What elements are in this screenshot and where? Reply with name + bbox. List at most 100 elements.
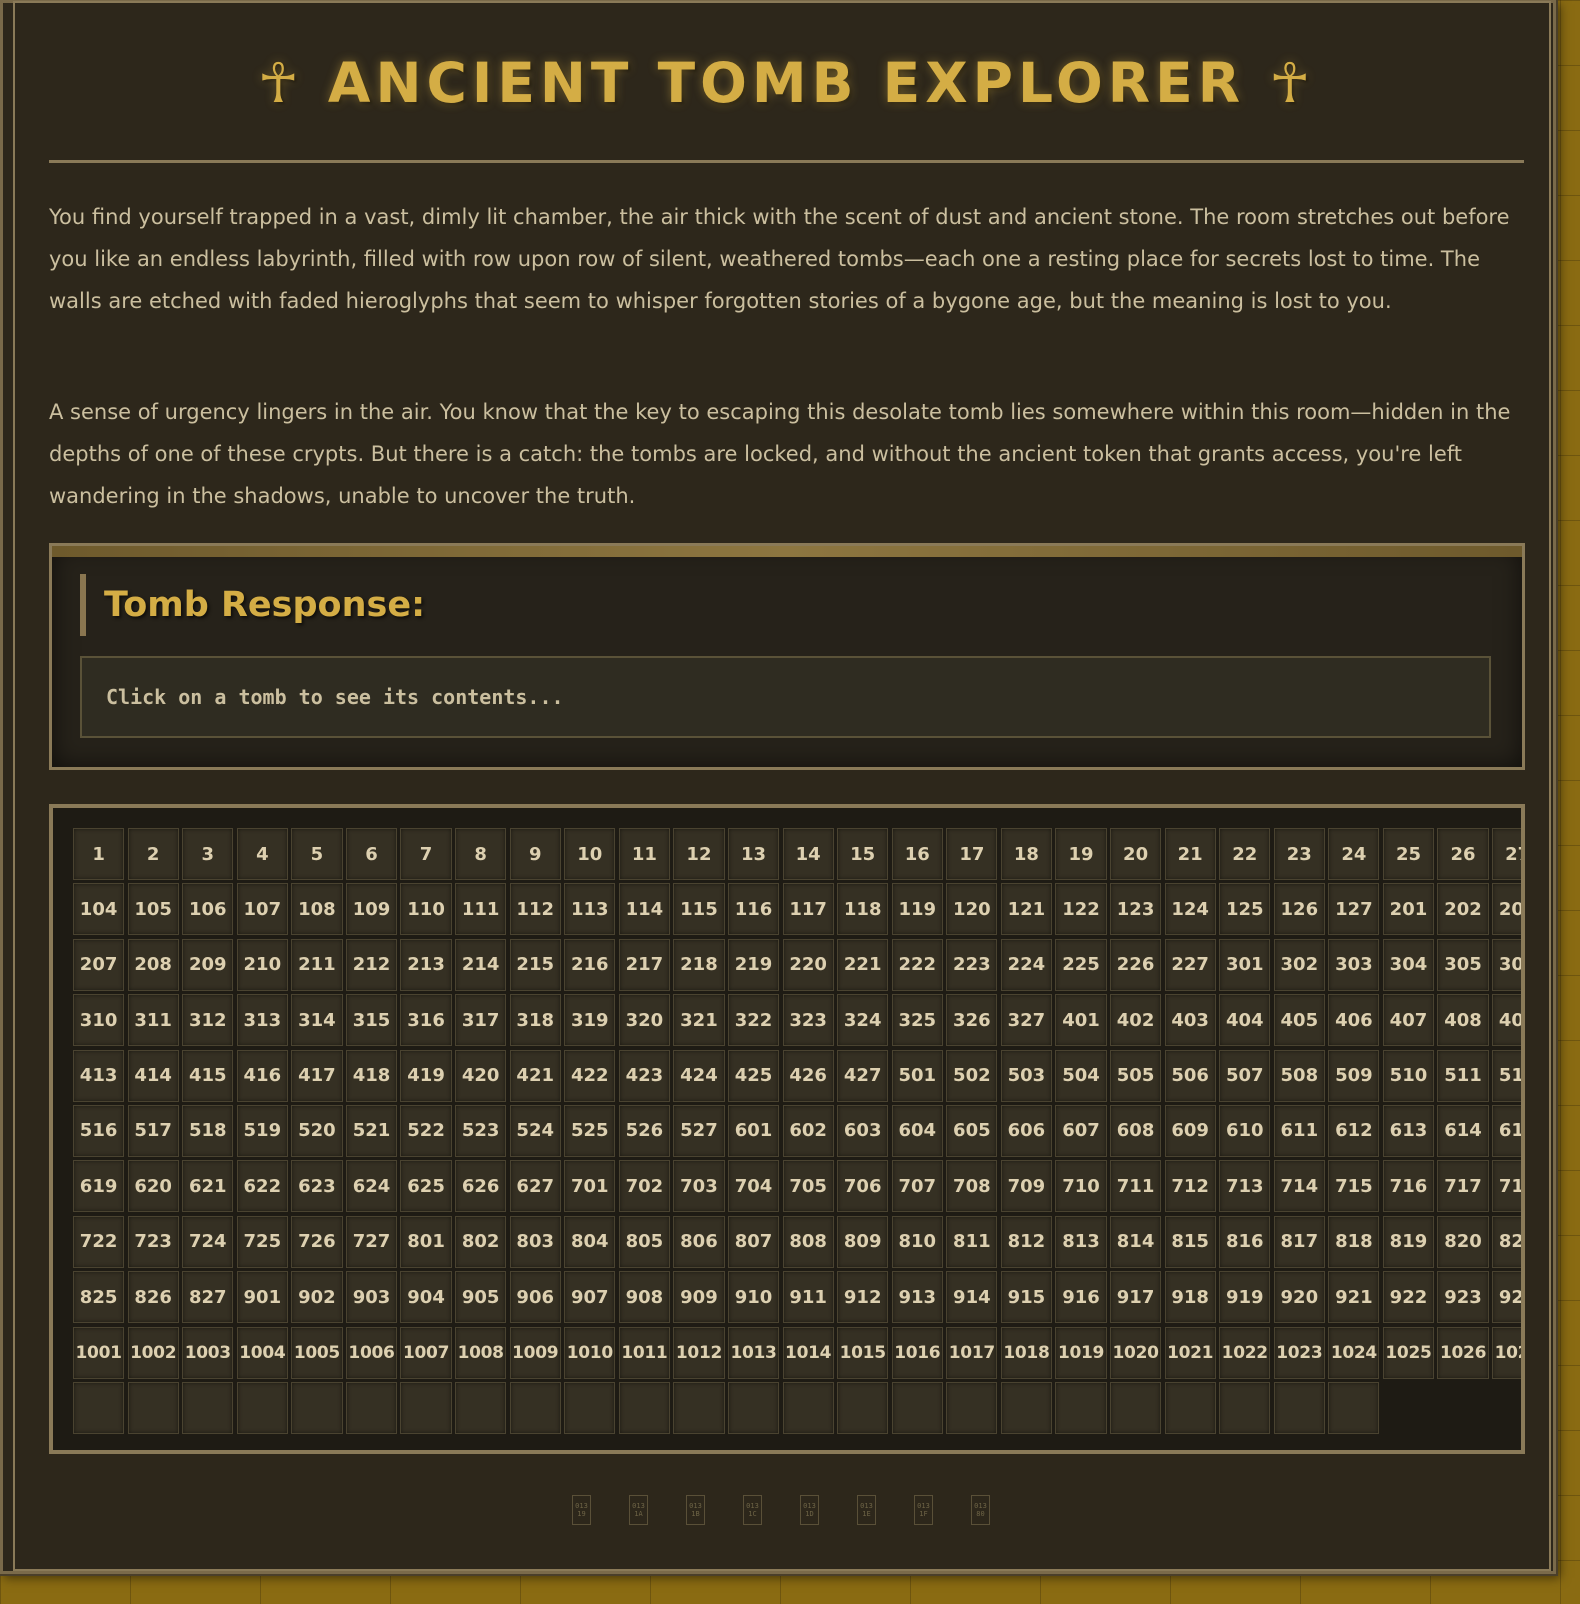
tomb-cell[interactable]: 805 [618,1215,670,1268]
tomb-cell[interactable]: 401 [1055,994,1107,1047]
tomb-cell[interactable]: 316 [400,994,452,1047]
tomb-cell[interactable]: 10 [564,828,616,880]
tomb-cell[interactable]: 326 [946,994,998,1047]
tomb-cell[interactable] [727,1381,780,1434]
tomb-cell[interactable]: 907 [564,1271,616,1324]
tomb-cell[interactable]: 724 [182,1215,234,1268]
tomb-cell[interactable]: 23 [1273,828,1325,880]
tomb-cell[interactable]: 906 [509,1271,561,1324]
tomb-cell[interactable]: 506 [1164,1049,1216,1102]
tomb-cell[interactable]: 826 [127,1271,179,1324]
tomb-cell[interactable]: 424 [673,1049,725,1102]
tomb-cell[interactable]: 202 [1437,883,1489,936]
tomb-cell[interactable]: 613 [1382,1104,1435,1157]
tomb-cell[interactable]: 718 [1492,1160,1521,1213]
tomb-cell[interactable]: 622 [236,1160,288,1213]
tomb-cell[interactable] [564,1381,616,1434]
tomb-cell[interactable]: 914 [946,1271,998,1324]
tomb-cell[interactable]: 301 [1219,938,1271,991]
tomb-cell[interactable]: 116 [727,883,780,936]
tomb-cell[interactable]: 801 [400,1215,452,1268]
tomb-cell[interactable]: 322 [727,994,780,1047]
tomb-cell[interactable]: 24 [1328,828,1380,880]
tomb-cell[interactable]: 813 [1055,1215,1107,1268]
tomb-cell[interactable]: 1001 [73,1326,125,1379]
tomb-cell[interactable]: 22 [1219,828,1271,880]
tomb-cell[interactable]: 123 [1109,883,1162,936]
tomb-cell[interactable]: 110 [400,883,452,936]
tomb-cell[interactable]: 104 [73,883,125,936]
tomb-cell[interactable]: 903 [345,1271,398,1324]
tomb-cell[interactable]: 508 [1273,1049,1325,1102]
tomb-cell[interactable]: 606 [1000,1104,1053,1157]
tomb-cell[interactable]: 226 [1109,938,1162,991]
tomb-cell[interactable]: 814 [1109,1215,1162,1268]
tomb-cell[interactable]: 803 [509,1215,561,1268]
tomb-cell[interactable]: 415 [182,1049,234,1102]
tomb-cell[interactable] [782,1381,834,1434]
tomb-cell[interactable]: 905 [455,1271,507,1324]
tomb-cell[interactable]: 1002 [127,1326,179,1379]
tomb-cell[interactable]: 1022 [1219,1326,1271,1379]
tomb-cell[interactable]: 723 [127,1215,179,1268]
tomb-cell[interactable]: 521 [345,1104,398,1157]
tomb-cell[interactable]: 609 [1164,1104,1216,1157]
tomb-cell[interactable]: 608 [1109,1104,1162,1157]
tomb-cell[interactable]: 113 [564,883,616,936]
tomb-cell[interactable]: 614 [1437,1104,1489,1157]
tomb-cell[interactable]: 815 [1164,1215,1216,1268]
tomb-cell[interactable]: 509 [1328,1049,1380,1102]
tomb-cell[interactable]: 211 [291,938,343,991]
tomb-cell[interactable]: 520 [291,1104,343,1157]
tomb-cell[interactable]: 522 [400,1104,452,1157]
tomb-cell[interactable] [1219,1381,1271,1434]
tomb-cell[interactable]: 310 [73,994,125,1047]
tomb-cell[interactable] [1164,1381,1216,1434]
tomb-cell[interactable]: 1006 [345,1326,398,1379]
tomb-cell[interactable]: 1014 [782,1326,834,1379]
tomb-cell[interactable] [400,1381,452,1434]
tomb-cell[interactable]: 1 [73,828,125,880]
tomb-cell[interactable]: 1012 [673,1326,725,1379]
tomb-cell[interactable]: 114 [618,883,670,936]
tomb-cell[interactable] [618,1381,670,1434]
tomb-cell[interactable]: 820 [1437,1215,1489,1268]
tomb-cell[interactable]: 806 [673,1215,725,1268]
tomb-cell[interactable]: 125 [1219,883,1271,936]
tomb-cell[interactable]: 216 [564,938,616,991]
tomb-cell[interactable]: 904 [400,1271,452,1324]
tomb-cell[interactable]: 215 [509,938,561,991]
tomb-cell[interactable]: 523 [455,1104,507,1157]
tomb-cell[interactable]: 1026 [1437,1326,1489,1379]
tomb-cell[interactable]: 414 [127,1049,179,1102]
tomb-cell[interactable]: 827 [182,1271,234,1324]
tomb-cell[interactable]: 919 [1219,1271,1271,1324]
tomb-cell[interactable]: 315 [345,994,398,1047]
tomb-grid-scroll-area[interactable]: 1 2 3 4 5 6 7 8 9 10 11 12 13 14 15 16 17 18 19 20 21 22 23 24 2… [49,804,1525,1454]
tomb-cell[interactable]: 314 [291,994,343,1047]
tomb-cell[interactable]: 811 [946,1215,998,1268]
tomb-cell[interactable]: 1024 [1328,1326,1380,1379]
tomb-cell[interactable]: 325 [891,994,943,1047]
tomb-cell[interactable]: 7 [400,828,452,880]
tomb-cell[interactable]: 825 [73,1271,125,1324]
tomb-cell[interactable]: 406 [1328,994,1380,1047]
tomb-cell[interactable]: 26 [1437,828,1489,880]
tomb-cell[interactable]: 119 [891,883,943,936]
tomb-cell[interactable]: 707 [891,1160,943,1213]
tomb-cell[interactable]: 416 [236,1049,288,1102]
tomb-cell[interactable]: 18 [1000,828,1053,880]
tomb-cell[interactable]: 518 [182,1104,234,1157]
tomb-cell[interactable]: 9 [509,828,561,880]
tomb-cell[interactable]: 916 [1055,1271,1107,1324]
tomb-cell[interactable]: 124 [1164,883,1216,936]
tomb-cell[interactable]: 725 [236,1215,288,1268]
tomb-cell[interactable]: 419 [400,1049,452,1102]
tomb-cell[interactable]: 219 [727,938,780,991]
tomb-cell[interactable]: 422 [564,1049,616,1102]
tomb-cell[interactable]: 920 [1273,1271,1325,1324]
tomb-cell[interactable] [345,1381,398,1434]
tomb-cell[interactable]: 504 [1055,1049,1107,1102]
tomb-cell[interactable]: 918 [1164,1271,1216,1324]
tomb-cell[interactable]: 1025 [1382,1326,1435,1379]
